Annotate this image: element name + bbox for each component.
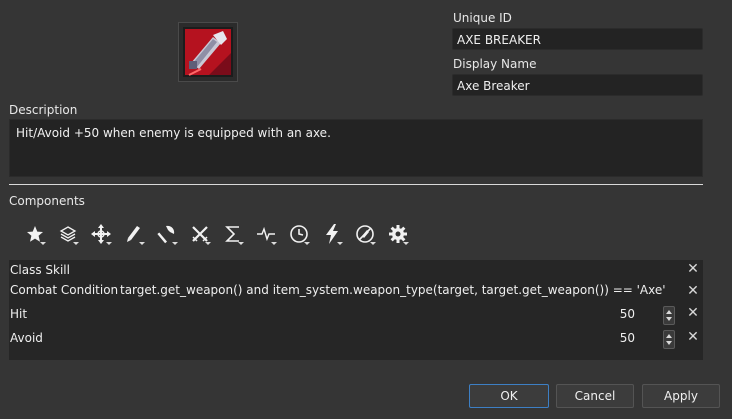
description-field[interactable]: Hit/Avoid +50 when enemy is equipped wit… [9,119,703,177]
components-toolbar [18,222,414,246]
move-icon [90,224,111,244]
swords-menu-button[interactable] [183,222,216,246]
remove-component-icon[interactable]: ✕ [686,306,700,320]
pen-icon [126,226,140,242]
apply-button[interactable]: Apply [642,384,720,408]
ok-button[interactable]: OK [469,384,549,408]
component-name: Class Skill [10,263,70,277]
display-name-label: Display Name [453,57,537,71]
move-menu-button[interactable] [84,222,117,246]
lightning-menu-button[interactable] [315,222,348,246]
lightning-icon [325,224,338,244]
gear-menu-button[interactable] [381,222,414,246]
axe-breaker-icon [183,27,233,77]
avoid-spinner[interactable] [663,330,675,349]
hit-spinner[interactable] [663,306,675,325]
components-list: Class Skill ✕ Combat Condition target.ge… [9,260,703,360]
description-label: Description [9,103,78,117]
layers-icon [59,226,76,242]
avoid-value-field[interactable]: 50 [620,331,635,345]
component-row[interactable]: Combat Condition target.get_weapon() and… [9,280,703,303]
display-name-field[interactable]: Axe Breaker [452,74,703,96]
pulse-menu-button[interactable] [249,222,282,246]
component-row[interactable]: Hit 50 ✕ [9,304,703,327]
axe-icon [156,225,174,244]
component-row[interactable]: Avoid 50 ✕ [9,328,703,351]
condition-expression-field[interactable]: target.get_weapon() and item_system.weap… [120,283,666,297]
star-menu-button[interactable] [18,222,51,246]
remove-component-icon[interactable]: ✕ [686,284,700,298]
no-weapon-menu-button[interactable] [348,222,381,246]
separator [9,184,703,185]
no-weapon-icon [355,225,374,243]
component-name: Combat Condition [10,283,119,297]
skill-icon-button[interactable] [178,22,238,82]
pen-menu-button[interactable] [117,222,150,246]
unique-id-field[interactable]: AXE BREAKER [452,28,703,50]
unique-id-label: Unique ID [453,11,512,25]
remove-component-icon[interactable]: ✕ [686,330,700,344]
layers-menu-button[interactable] [51,222,84,246]
pulse-icon [256,226,275,242]
sigma-icon [224,226,239,242]
axe-menu-button[interactable] [150,222,183,246]
crossed-swords-icon [191,226,208,242]
gear-icon [388,225,407,243]
clock-icon [289,225,308,243]
clock-menu-button[interactable] [282,222,315,246]
star-icon [26,226,43,242]
sigma-menu-button[interactable] [216,222,249,246]
component-name: Avoid [10,331,43,345]
hit-value-field[interactable]: 50 [620,307,635,321]
cancel-button[interactable]: Cancel [556,384,634,408]
component-name: Hit [10,307,28,321]
remove-component-icon[interactable]: ✕ [686,262,700,276]
components-label: Components [9,194,85,208]
